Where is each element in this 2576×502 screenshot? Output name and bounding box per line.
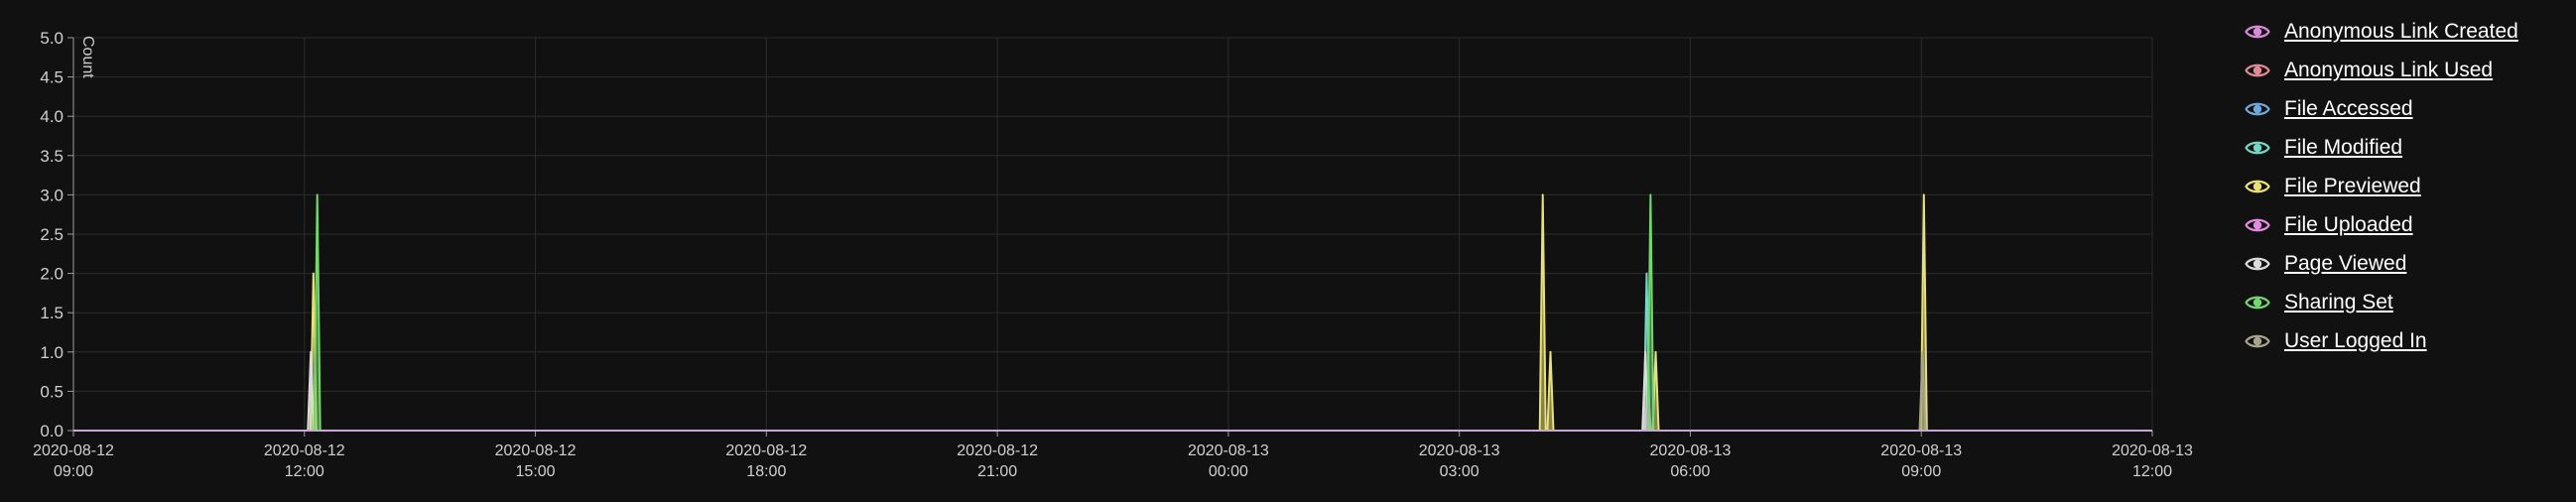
legend-label[interactable]: Page Viewed [2284, 252, 2406, 276]
eye-icon[interactable] [2245, 255, 2270, 273]
x-tick-label-date: 2020-08-13 [1419, 442, 1500, 459]
legend-label[interactable]: File Uploaded [2284, 213, 2413, 237]
y-tick-label: 2.0 [40, 265, 64, 284]
y-tick-label: 1.5 [40, 304, 64, 322]
y-axis-label: Count [79, 36, 96, 78]
data-spike [1538, 193, 1547, 432]
x-tick-label-time: 12:00 [2132, 463, 2172, 480]
chart-grid [72, 37, 2153, 432]
legend-label[interactable]: User Logged In [2284, 329, 2427, 353]
data-spike [313, 193, 322, 432]
x-tick-label-date: 2020-08-12 [957, 442, 1038, 459]
eye-icon[interactable] [2245, 216, 2270, 234]
series-file-uploaded [73, 390, 2152, 432]
y-tick-label: 4.0 [40, 107, 64, 126]
x-tick-label-date: 2020-08-12 [33, 442, 114, 459]
x-tick-label-time: 15:00 [516, 463, 556, 480]
chart-legend: Anonymous Link Created Anonymous Link Us… [2245, 12, 2562, 360]
legend-label[interactable]: Anonymous Link Created [2284, 20, 2518, 44]
x-tick-label-date: 2020-08-12 [264, 442, 345, 459]
x-tick-label-time: 03:00 [1440, 463, 1480, 480]
activity-chart: 0.0 0.5 1.0 1.5 2.0 2.5 3.0 3.5 4.0 4.5 5.0 2020-08… [33, 29, 2193, 480]
y-tick-label: 4.5 [40, 68, 64, 87]
legend-label[interactable]: File Previewed [2284, 175, 2421, 198]
legend-label[interactable]: Anonymous Link Used [2284, 59, 2493, 82]
x-tick-label-time: 18:00 [746, 463, 786, 480]
x-tick-label-time: 21:00 [977, 463, 1017, 480]
legend-item-file-uploaded[interactable]: File Uploaded [2245, 205, 2562, 244]
dashboard-panel: 0.0 0.5 1.0 1.5 2.0 2.5 3.0 3.5 4.0 4.5 5.0 2020-08… [0, 0, 2576, 502]
x-tick-label-time: 12:00 [285, 463, 324, 480]
legend-label[interactable]: Sharing Set [2284, 291, 2393, 314]
y-tick-label: 0.5 [40, 382, 64, 401]
x-tick-label-date: 2020-08-13 [1650, 442, 1732, 459]
legend-item-file-previewed[interactable]: File Previewed [2245, 167, 2562, 205]
data-spike [1646, 193, 1655, 432]
y-tick-label: 1.0 [40, 343, 64, 362]
legend-item-sharing-set[interactable]: Sharing Set [2245, 283, 2562, 321]
eye-icon[interactable] [2245, 62, 2270, 79]
x-tick-label-time: 06:00 [1670, 463, 1710, 480]
eye-icon[interactable] [2245, 294, 2270, 312]
legend-label[interactable]: File Modified [2284, 136, 2402, 160]
x-tick-label-time: 09:00 [1901, 463, 1941, 480]
x-tick-label-date: 2020-08-13 [2112, 442, 2193, 459]
legend-item-user-logged-in[interactable]: User Logged In [2245, 321, 2562, 360]
legend-item-anonymous-link-created[interactable]: Anonymous Link Created [2245, 12, 2562, 51]
legend-item-page-viewed[interactable]: Page Viewed [2245, 244, 2562, 283]
data-spike [1546, 350, 1555, 432]
legend-item-file-accessed[interactable]: File Accessed [2245, 89, 2562, 128]
x-tick-label-date: 2020-08-13 [1880, 442, 1962, 459]
x-tick-label-date: 2020-08-12 [725, 442, 807, 459]
x-tick-label-time: 09:00 [54, 463, 93, 480]
x-tick-label-date: 2020-08-13 [1188, 442, 1269, 459]
chart-axes: 0.0 0.5 1.0 1.5 2.0 2.5 3.0 3.5 4.0 4.5 5.0 2020-08… [33, 29, 2193, 480]
y-tick-label: 3.0 [40, 186, 64, 204]
legend-label[interactable]: File Accessed [2284, 97, 2413, 121]
eye-icon[interactable] [2245, 178, 2270, 195]
legend-item-file-modified[interactable]: File Modified [2245, 128, 2562, 167]
eye-icon[interactable] [2245, 100, 2270, 118]
x-tick-label-time: 00:00 [1209, 463, 1248, 480]
eye-icon[interactable] [2245, 23, 2270, 41]
eye-icon[interactable] [2245, 332, 2270, 350]
y-tick-label: 2.5 [40, 225, 64, 244]
y-tick-label: 3.5 [40, 147, 64, 166]
legend-item-anonymous-link-used[interactable]: Anonymous Link Used [2245, 51, 2562, 89]
eye-icon[interactable] [2245, 139, 2270, 157]
x-tick-label-date: 2020-08-12 [495, 442, 577, 459]
y-tick-label: 0.0 [40, 422, 64, 440]
y-tick-label: 5.0 [40, 29, 64, 48]
